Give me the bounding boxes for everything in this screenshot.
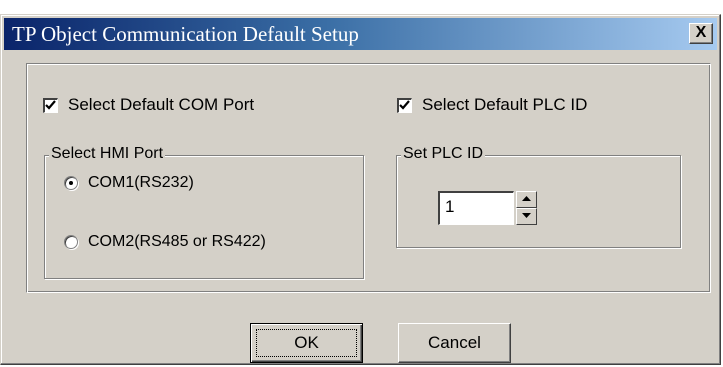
- checkmark-icon: [45, 99, 56, 110]
- plc-id-spin-down-button[interactable]: [516, 208, 537, 225]
- window-title: TP Object Communication Default Setup: [12, 22, 359, 46]
- hmi-port-group-label: Select HMI Port: [49, 145, 166, 163]
- plc-id-group-label: Set PLC ID: [401, 145, 486, 163]
- arrow-up-icon: [522, 196, 531, 201]
- title-bar: TP Object Communication Default Setup X: [4, 18, 717, 50]
- plc-id-spin-up-button[interactable]: [516, 191, 537, 208]
- cancel-button-label: Cancel: [428, 333, 481, 352]
- default-plc-id-checkbox[interactable]: [397, 97, 412, 113]
- ok-button[interactable]: OK: [250, 323, 363, 363]
- focus-rectangle: [256, 329, 357, 357]
- close-button[interactable]: X: [689, 23, 713, 44]
- cancel-button[interactable]: Cancel: [398, 323, 511, 363]
- default-plc-id-label: Select Default PLC ID: [422, 95, 588, 114]
- default-plc-id-checkbox-row[interactable]: Select Default PLC ID: [397, 95, 587, 115]
- default-com-port-checkbox[interactable]: [43, 97, 58, 113]
- radio-com2[interactable]: [64, 235, 78, 249]
- radio-com1-row[interactable]: COM1(RS232): [64, 174, 194, 192]
- radio-selected-dot-icon: [69, 181, 73, 185]
- radio-com2-label: COM2(RS485 or RS422): [88, 233, 266, 250]
- radio-com1-label: COM1(RS232): [88, 174, 194, 191]
- default-com-port-label: Select Default COM Port: [68, 95, 255, 114]
- arrow-down-icon: [522, 213, 531, 218]
- default-com-port-checkbox-row[interactable]: Select Default COM Port: [43, 95, 254, 115]
- radio-com2-row[interactable]: COM2(RS485 or RS422): [64, 233, 266, 251]
- radio-com1[interactable]: [64, 176, 78, 190]
- plc-id-input[interactable]: 1: [438, 191, 514, 225]
- close-icon: X: [695, 24, 707, 41]
- checkmark-icon: [399, 99, 410, 110]
- dialog-window: TP Object Communication Default Setup X …: [0, 14, 721, 365]
